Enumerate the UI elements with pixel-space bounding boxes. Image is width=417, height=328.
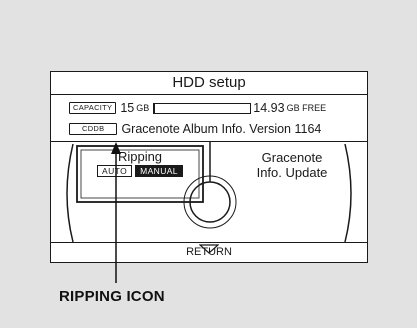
callout-pointer [111, 142, 121, 283]
ripping-icon-callout-label: RIPPING ICON [59, 288, 165, 305]
callout-arrow-icon [111, 142, 121, 154]
